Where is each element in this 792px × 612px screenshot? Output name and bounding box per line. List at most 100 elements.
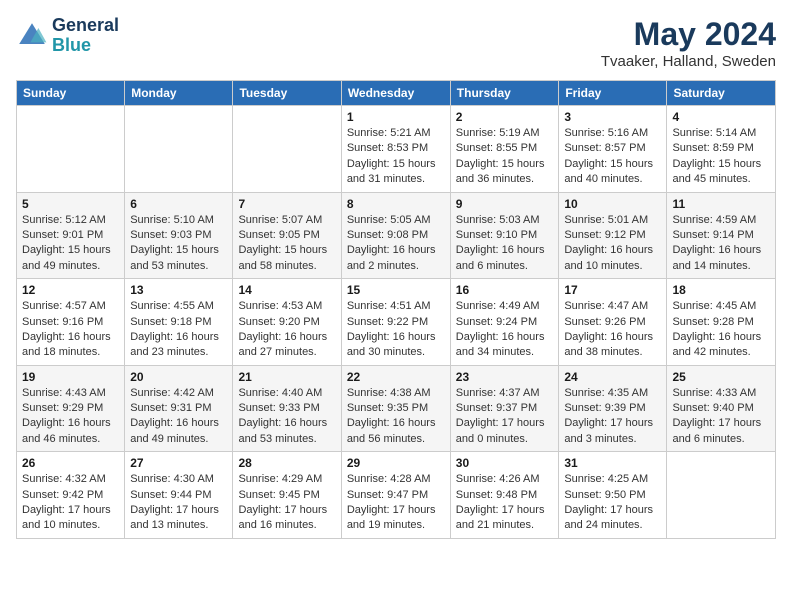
day-info: Sunrise: 5:14 AMSunset: 8:59 PMDaylight:… [672,126,770,188]
month-title: May 2024 [601,16,776,53]
calendar-cell [667,452,776,539]
day-info: Sunrise: 4:57 AMSunset: 9:16 PMDaylight:… [22,299,119,361]
weekday-header: Thursday [450,81,559,106]
day-number: 29 [347,456,445,470]
day-number: 31 [564,456,661,470]
day-info: Sunrise: 4:47 AMSunset: 9:26 PMDaylight:… [564,299,661,361]
day-number: 12 [22,283,119,297]
calendar-cell: 22 Sunrise: 4:38 AMSunset: 9:35 PMDayligh… [341,365,450,452]
day-number: 6 [130,197,227,211]
day-info: Sunrise: 4:49 AMSunset: 9:24 PMDaylight:… [456,299,554,361]
day-number: 23 [456,370,554,384]
weekday-header: Friday [559,81,667,106]
calendar-week-row: 5 Sunrise: 5:12 AMSunset: 9:01 PMDaylight… [17,192,776,279]
calendar-cell: 9Sunrise: 5:03 AMSunset: 9:10 PMDaylight… [450,192,559,279]
calendar-week-row: 19 Sunrise: 4:43 AMSunset: 9:29 PMDayligh… [17,365,776,452]
day-info: Sunrise: 4:33 AMSunset: 9:40 PMDaylight:… [672,386,770,448]
title-block: May 2024 Tvaaker, Halland, Sweden [601,16,776,70]
day-info: Sunrise: 4:30 AMSunset: 9:44 PMDaylight:… [130,472,227,534]
calendar-cell: 29 Sunrise: 4:28 AMSunset: 9:47 PMDayligh… [341,452,450,539]
day-info: Sunrise: 4:38 AMSunset: 9:35 PMDaylight:… [347,386,445,448]
calendar-cell: 23Sunrise: 4:37 AMSunset: 9:37 PMDayligh… [450,365,559,452]
calendar-cell: 25 Sunrise: 4:33 AMSunset: 9:40 PMDayligh… [667,365,776,452]
calendar-cell: 21Sunrise: 4:40 AMSunset: 9:33 PMDayligh… [233,365,341,452]
logo-icon [16,20,48,52]
day-info: Sunrise: 5:12 AMSunset: 9:01 PMDaylight:… [22,213,119,275]
calendar-cell: 12 Sunrise: 4:57 AMSunset: 9:16 PMDayligh… [17,279,125,366]
day-number: 8 [347,197,445,211]
day-info: Sunrise: 4:28 AMSunset: 9:47 PMDaylight:… [347,472,445,534]
calendar-cell: 30Sunrise: 4:26 AMSunset: 9:48 PMDayligh… [450,452,559,539]
calendar-cell: 31 Sunrise: 4:25 AMSunset: 9:50 PMDayligh… [559,452,667,539]
calendar-cell: 13 Sunrise: 4:55 AMSunset: 9:18 PMDayligh… [125,279,233,366]
day-info: Sunrise: 4:45 AMSunset: 9:28 PMDaylight:… [672,299,770,361]
day-info: Sunrise: 4:25 AMSunset: 9:50 PMDaylight:… [564,472,661,534]
day-info: Sunrise: 4:55 AMSunset: 9:18 PMDaylight:… [130,299,227,361]
calendar-cell: 3 Sunrise: 5:16 AMSunset: 8:57 PMDaylight… [559,106,667,193]
calendar-cell: 5 Sunrise: 5:12 AMSunset: 9:01 PMDaylight… [17,192,125,279]
day-info: Sunrise: 4:43 AMSunset: 9:29 PMDaylight:… [22,386,119,448]
day-number: 5 [22,197,119,211]
day-number: 7 [238,197,335,211]
day-number: 4 [672,110,770,124]
day-number: 30 [456,456,554,470]
calendar-cell: 19 Sunrise: 4:43 AMSunset: 9:29 PMDayligh… [17,365,125,452]
calendar-cell: 26Sunrise: 4:32 AMSunset: 9:42 PMDayligh… [17,452,125,539]
day-info: Sunrise: 5:16 AMSunset: 8:57 PMDaylight:… [564,126,661,188]
calendar-table: SundayMondayTuesdayWednesdayThursdayFrid… [16,80,776,539]
day-info: Sunrise: 4:42 AMSunset: 9:31 PMDaylight:… [130,386,227,448]
day-number: 3 [564,110,661,124]
day-number: 25 [672,370,770,384]
day-info: Sunrise: 4:29 AMSunset: 9:45 PMDaylight:… [238,472,335,534]
day-number: 17 [564,283,661,297]
calendar-cell: 16Sunrise: 4:49 AMSunset: 9:24 PMDayligh… [450,279,559,366]
day-number: 2 [456,110,554,124]
day-info: Sunrise: 4:59 AMSunset: 9:14 PMDaylight:… [672,213,770,275]
location-title: Tvaaker, Halland, Sweden [601,53,776,70]
calendar-cell: 24Sunrise: 4:35 AMSunset: 9:39 PMDayligh… [559,365,667,452]
day-info: Sunrise: 5:21 AMSunset: 8:53 PMDaylight:… [347,126,445,188]
calendar-cell: 14 Sunrise: 4:53 AMSunset: 9:20 PMDayligh… [233,279,341,366]
day-info: Sunrise: 5:10 AMSunset: 9:03 PMDaylight:… [130,213,227,275]
day-number: 28 [238,456,335,470]
calendar-cell [233,106,341,193]
calendar-cell: 11 Sunrise: 4:59 AMSunset: 9:14 PMDayligh… [667,192,776,279]
calendar-cell: 6 Sunrise: 5:10 AMSunset: 9:03 PMDaylight… [125,192,233,279]
day-number: 20 [130,370,227,384]
day-info: Sunrise: 4:35 AMSunset: 9:39 PMDaylight:… [564,386,661,448]
calendar-cell: 1 Sunrise: 5:21 AMSunset: 8:53 PMDaylight… [341,106,450,193]
day-number: 14 [238,283,335,297]
day-number: 21 [238,370,335,384]
day-number: 1 [347,110,445,124]
day-number: 27 [130,456,227,470]
calendar-cell: 18 Sunrise: 4:45 AMSunset: 9:28 PMDayligh… [667,279,776,366]
day-info: Sunrise: 5:01 AMSunset: 9:12 PMDaylight:… [564,213,661,275]
weekday-header: Sunday [17,81,125,106]
calendar-cell: 28 Sunrise: 4:29 AMSunset: 9:45 PMDayligh… [233,452,341,539]
calendar-header-row: SundayMondayTuesdayWednesdayThursdayFrid… [17,81,776,106]
calendar-cell: 4 Sunrise: 5:14 AMSunset: 8:59 PMDaylight… [667,106,776,193]
logo-text: General Blue [52,16,119,56]
calendar-cell: 27 Sunrise: 4:30 AMSunset: 9:44 PMDayligh… [125,452,233,539]
weekday-header: Saturday [667,81,776,106]
calendar-cell: 10 Sunrise: 5:01 AMSunset: 9:12 PMDayligh… [559,192,667,279]
calendar-cell: 2 Sunrise: 5:19 AMSunset: 8:55 PMDaylight… [450,106,559,193]
day-number: 19 [22,370,119,384]
day-number: 18 [672,283,770,297]
day-info: Sunrise: 5:19 AMSunset: 8:55 PMDaylight:… [456,126,554,188]
calendar-week-row: 12 Sunrise: 4:57 AMSunset: 9:16 PMDayligh… [17,279,776,366]
calendar-week-row: 1 Sunrise: 5:21 AMSunset: 8:53 PMDaylight… [17,106,776,193]
day-info: Sunrise: 5:05 AMSunset: 9:08 PMDaylight:… [347,213,445,275]
calendar-cell: 17 Sunrise: 4:47 AMSunset: 9:26 PMDayligh… [559,279,667,366]
day-number: 13 [130,283,227,297]
day-number: 9 [456,197,554,211]
day-number: 15 [347,283,445,297]
day-number: 22 [347,370,445,384]
page-header: General Blue May 2024 Tvaaker, Halland, … [16,16,776,70]
logo: General Blue [16,16,119,56]
day-info: Sunrise: 4:51 AMSunset: 9:22 PMDaylight:… [347,299,445,361]
calendar-cell: 15 Sunrise: 4:51 AMSunset: 9:22 PMDayligh… [341,279,450,366]
day-info: Sunrise: 4:53 AMSunset: 9:20 PMDaylight:… [238,299,335,361]
day-number: 10 [564,197,661,211]
day-number: 11 [672,197,770,211]
